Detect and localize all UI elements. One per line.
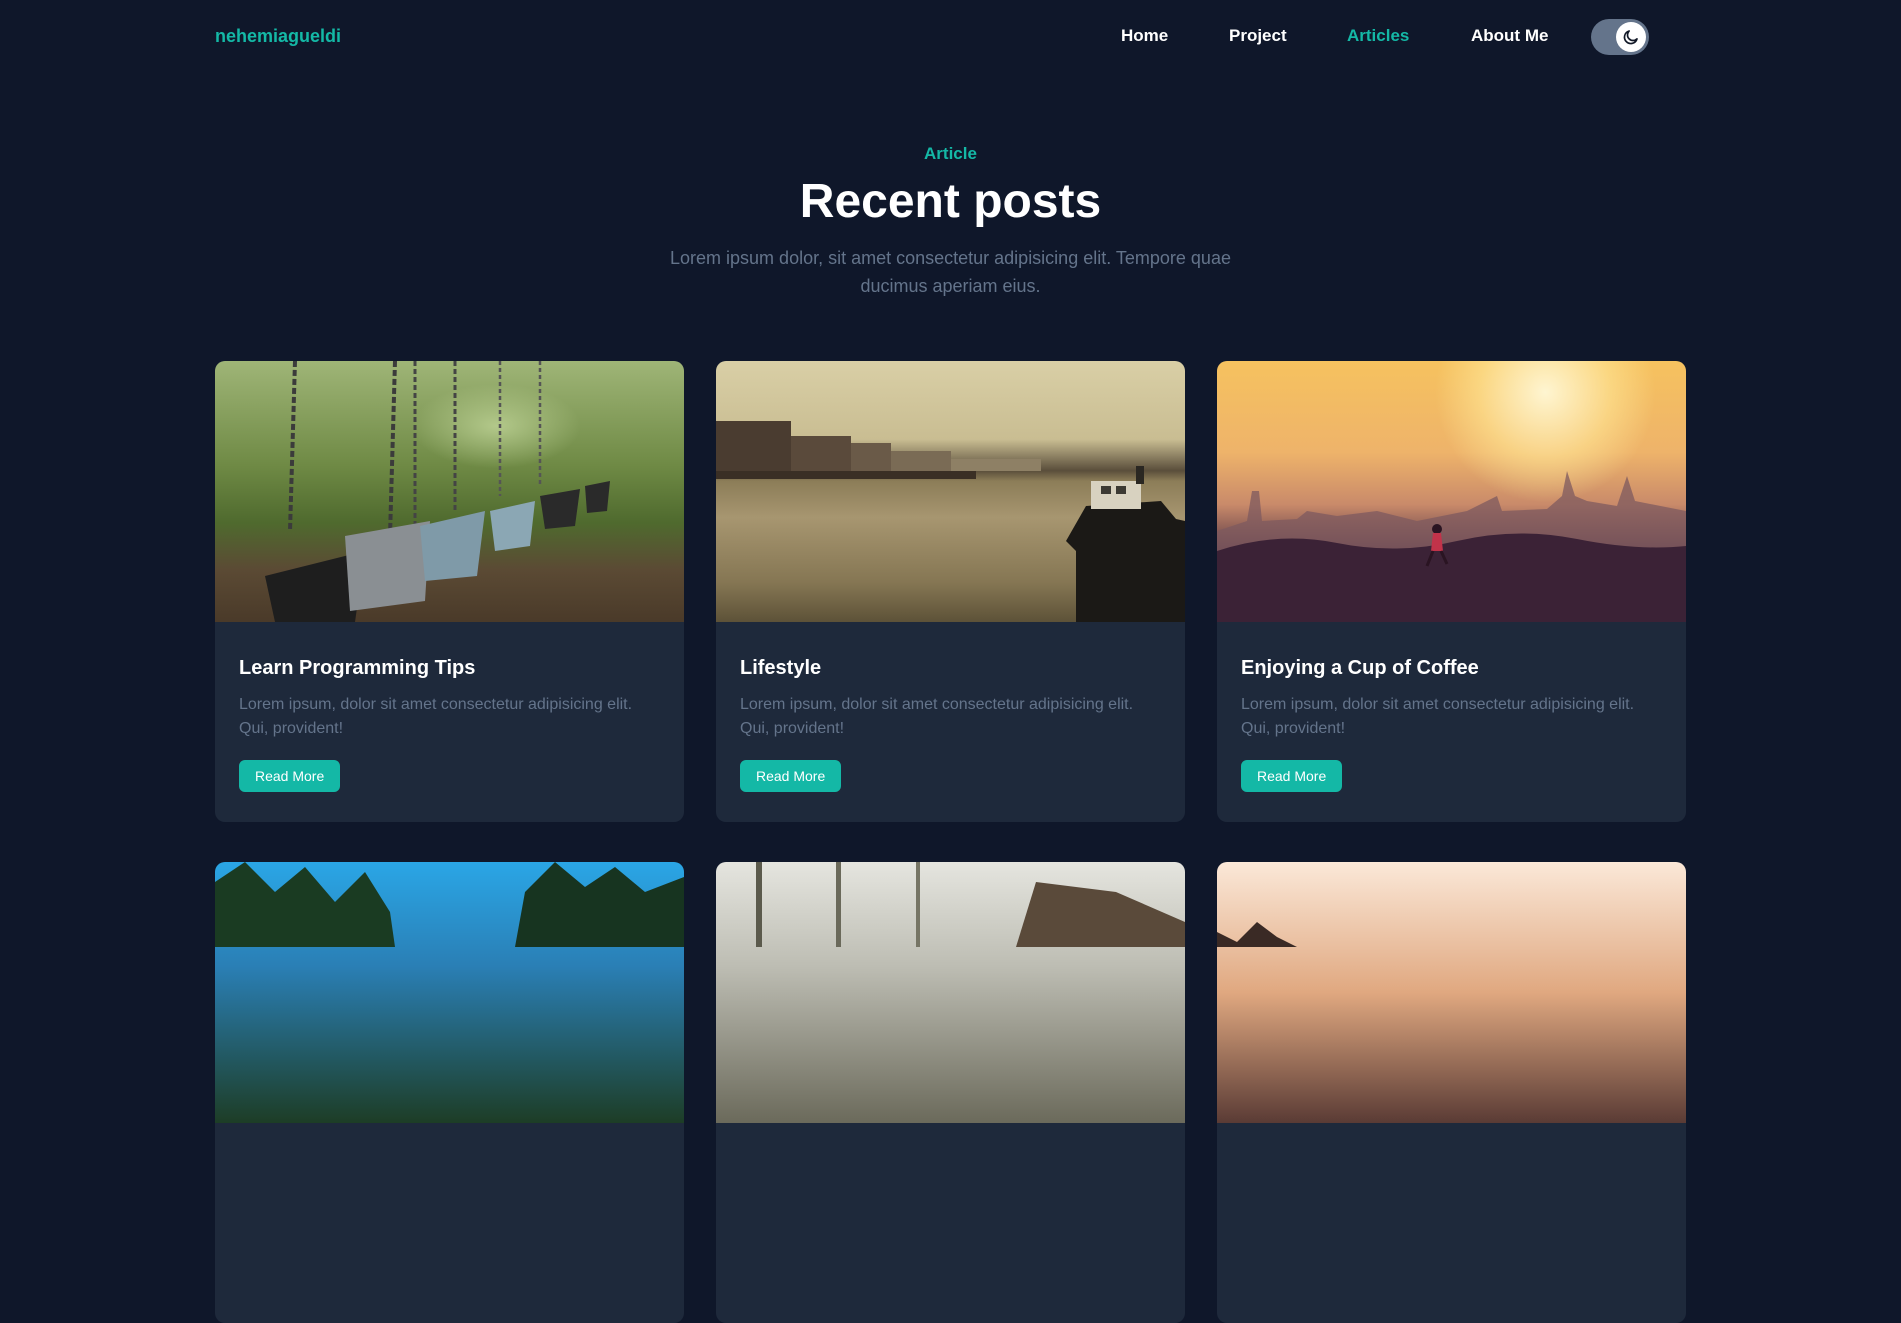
woods-illustration bbox=[756, 862, 1185, 947]
river-illustration bbox=[716, 421, 1185, 622]
post-excerpt: Lorem ipsum, dolor sit amet consectetur … bbox=[1241, 696, 1635, 737]
toggle-knob bbox=[1616, 22, 1646, 52]
post-card bbox=[716, 862, 1185, 1323]
swings-illustration bbox=[265, 361, 610, 622]
post-title[interactable]: Lifestyle bbox=[740, 656, 1161, 680]
post-image-swings[interactable] bbox=[215, 361, 684, 622]
section-eyebrow: Article bbox=[924, 144, 977, 163]
top-navbar: nehemiagueldi Home Project Articles Abou… bbox=[0, 0, 1901, 72]
forest-illustration bbox=[215, 862, 684, 947]
post-title[interactable]: Enjoying a Cup of Coffee bbox=[1241, 656, 1662, 680]
post-card-body: Lifestyle Lorem ipsum, dolor sit amet co… bbox=[716, 622, 1185, 792]
moon-icon bbox=[1623, 30, 1638, 45]
dusk-illustration bbox=[1217, 922, 1297, 947]
post-image-forest[interactable] bbox=[215, 862, 684, 1123]
nav-link-articles[interactable]: Articles bbox=[1347, 26, 1409, 46]
page-title: Recent posts bbox=[799, 175, 1102, 228]
post-title[interactable]: Learn Programming Tips bbox=[239, 656, 660, 680]
nav-link-about-me[interactable]: About Me bbox=[1471, 26, 1548, 46]
post-excerpt: Lorem ipsum, dolor sit amet consectetur … bbox=[740, 696, 1134, 737]
post-image-river[interactable] bbox=[716, 361, 1185, 622]
post-card: Enjoying a Cup of Coffee Lorem ipsum, do… bbox=[1217, 361, 1686, 822]
post-image-dusk[interactable] bbox=[1217, 862, 1686, 1123]
post-excerpt: Lorem ipsum, dolor sit amet consectetur … bbox=[239, 696, 633, 737]
read-more-button[interactable]: Read More bbox=[1241, 760, 1343, 792]
post-image-woods[interactable] bbox=[716, 862, 1185, 1123]
post-card bbox=[215, 862, 684, 1323]
brand-logo[interactable]: nehemiagueldi bbox=[215, 26, 341, 47]
post-card: Learn Programming Tips Lorem ipsum, dolo… bbox=[215, 361, 684, 822]
post-card-body: Enjoying a Cup of Coffee Lorem ipsum, do… bbox=[1217, 622, 1686, 792]
nav-link-home[interactable]: Home bbox=[1121, 26, 1168, 46]
read-more-button[interactable]: Read More bbox=[740, 760, 842, 792]
read-more-button[interactable]: Read More bbox=[239, 760, 341, 792]
section-header: Article Recent posts Lorem ipsum dolor, … bbox=[0, 144, 1901, 300]
section-subtitle: Lorem ipsum dolor, sit amet consectetur … bbox=[670, 248, 1231, 296]
post-image-sunset[interactable] bbox=[1217, 361, 1686, 622]
post-card: Lifestyle Lorem ipsum, dolor sit amet co… bbox=[716, 361, 1185, 822]
post-card-body: Learn Programming Tips Lorem ipsum, dolo… bbox=[215, 622, 684, 792]
post-card bbox=[1217, 862, 1686, 1323]
nav-link-project[interactable]: Project bbox=[1229, 26, 1287, 46]
sunset-illustration bbox=[1217, 471, 1686, 622]
theme-toggle[interactable] bbox=[1591, 19, 1649, 55]
